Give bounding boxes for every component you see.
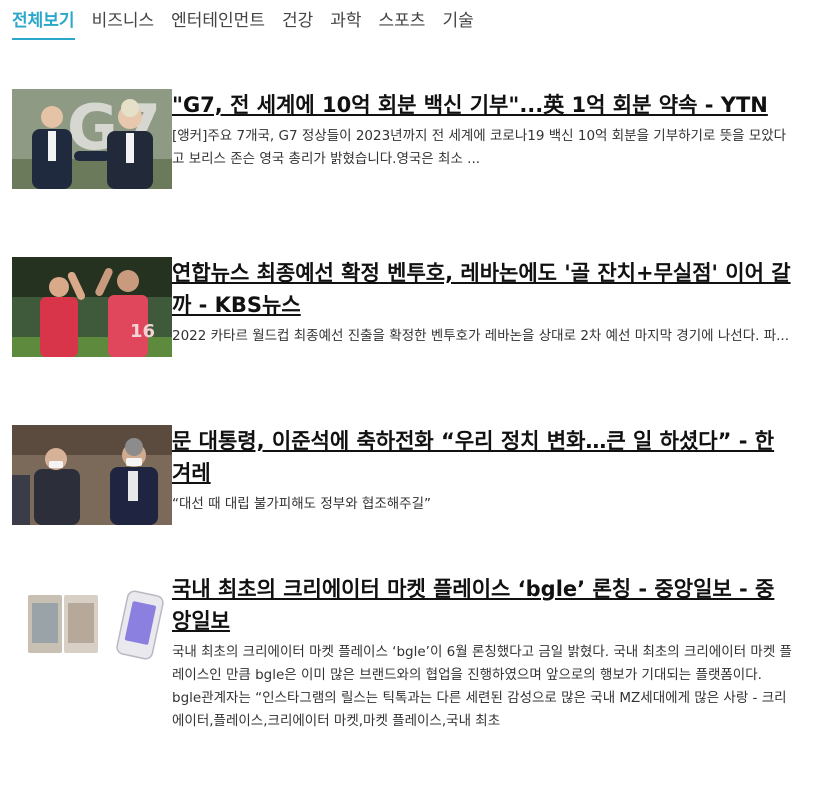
article-description: “대선 때 대립 불가피해도 정부와 협조해주길” bbox=[172, 496, 432, 512]
tab-business[interactable]: 비즈니스 bbox=[92, 8, 155, 40]
g7-leaders-image: G7 bbox=[12, 89, 172, 189]
article-description: [앵커]주요 7개국, G7 정상들이 2023년까지 전 세계에 코로나19 … bbox=[172, 128, 787, 167]
soccer-players-image: 16 bbox=[12, 257, 172, 357]
tab-technology[interactable]: 기술 bbox=[442, 8, 473, 40]
article-title-link[interactable]: 문 대통령, 이준석에 축하전화 “우리 정치 변화…큰 일 하셨다” - 한겨… bbox=[172, 425, 792, 489]
app-screens-image bbox=[12, 573, 172, 673]
article-title-link[interactable]: 연합뉴스 최종예선 확정 벤투호, 레바논에도 '골 잔치+무실점' 이어 갈까… bbox=[172, 257, 792, 321]
article-thumbnail[interactable]: G7 bbox=[12, 89, 172, 189]
article-content: 국내 최초의 크리에이터 마켓 플레이스 ‘bgle’ 론칭 - 중앙일보 - … bbox=[172, 573, 792, 733]
svg-text:16: 16 bbox=[130, 321, 155, 342]
category-tabs: 전체보기 비즈니스 엔터테인먼트 건강 과학 스포츠 기술 bbox=[12, 8, 491, 40]
president-image bbox=[12, 425, 172, 525]
article-thumbnail[interactable] bbox=[12, 573, 172, 673]
article-thumbnail[interactable] bbox=[12, 425, 172, 525]
tab-entertainment[interactable]: 엔터테인먼트 bbox=[171, 8, 265, 40]
article-description: 국내 최초의 크리에이터 마켓 플레이스 ‘bgle’이 6월 론칭했다고 금일… bbox=[172, 644, 792, 729]
article-content: 연합뉴스 최종예선 확정 벤투호, 레바논에도 '골 잔치+무실점' 이어 갈까… bbox=[172, 257, 792, 348]
tab-sports[interactable]: 스포츠 bbox=[379, 8, 426, 40]
tab-health[interactable]: 건강 bbox=[282, 8, 313, 40]
article-thumbnail[interactable]: 16 bbox=[12, 257, 172, 357]
article-description: 2022 카타르 월드컵 최종예선 진출을 확정한 벤투호가 레바논을 상대로 … bbox=[172, 328, 789, 344]
tab-all[interactable]: 전체보기 bbox=[12, 8, 75, 40]
article-content: 문 대통령, 이준석에 축하전화 “우리 정치 변화…큰 일 하셨다” - 한겨… bbox=[172, 425, 792, 516]
article-content: "G7, 전 세계에 10억 회분 백신 기부"...英 1억 회분 약속 - … bbox=[172, 89, 792, 171]
article-title-link[interactable]: 국내 최초의 크리에이터 마켓 플레이스 ‘bgle’ 론칭 - 중앙일보 - … bbox=[172, 573, 792, 637]
article-title-link[interactable]: "G7, 전 세계에 10억 회분 백신 기부"...英 1억 회분 약속 - … bbox=[172, 89, 792, 121]
tab-science[interactable]: 과학 bbox=[330, 8, 361, 40]
